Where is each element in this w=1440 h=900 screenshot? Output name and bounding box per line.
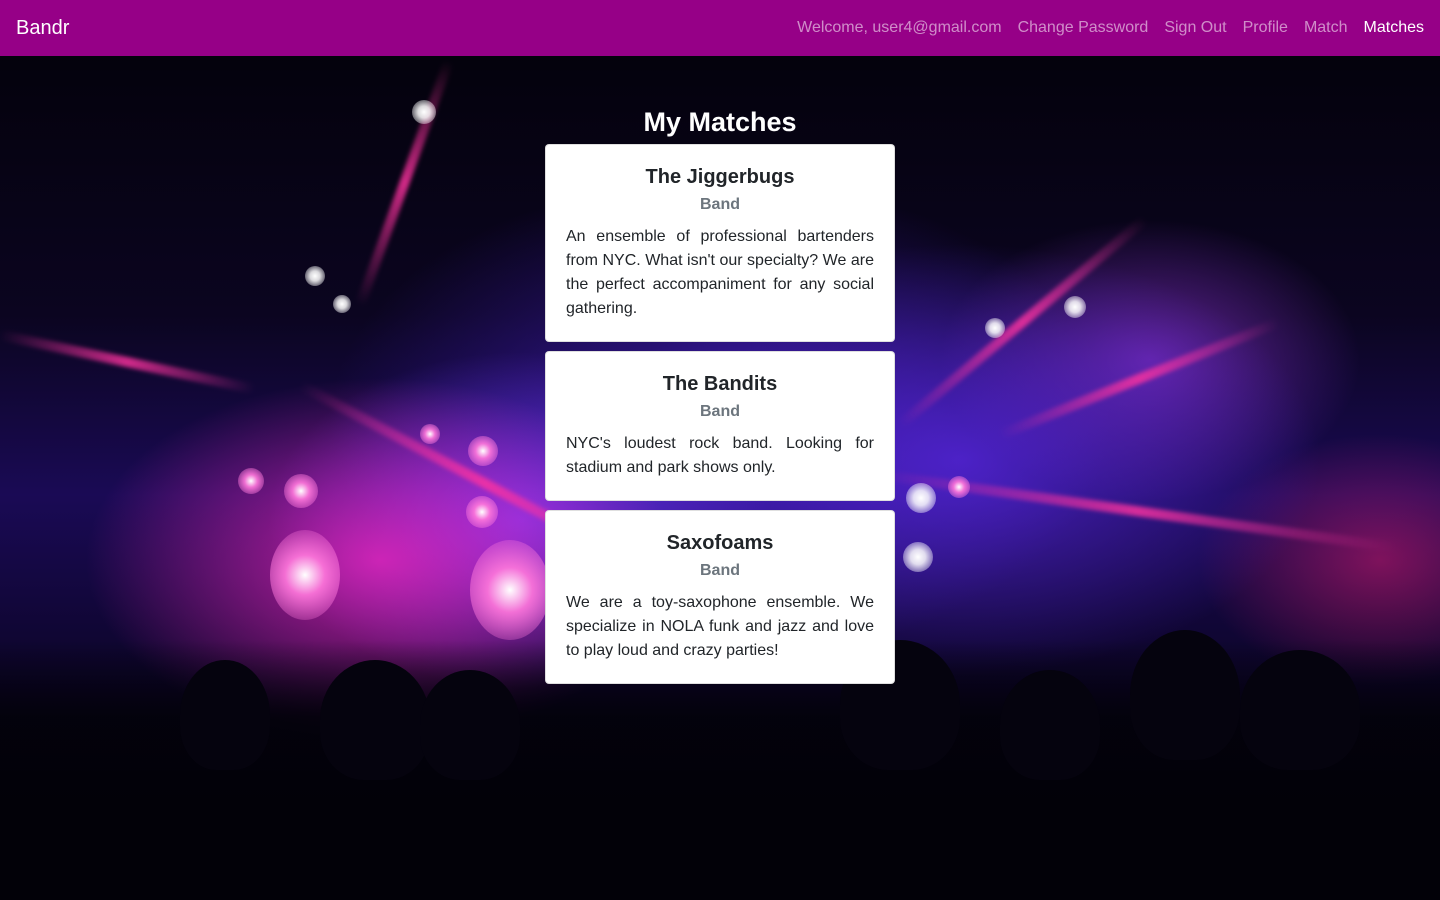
nav-matches[interactable]: Matches [1364, 19, 1424, 37]
top-navbar: Bandr Welcome, user4@gmail.com Change Pa… [0, 0, 1440, 56]
nav-links: Welcome, user4@gmail.com Change Password… [781, 19, 1424, 37]
match-type: Band [700, 403, 740, 420]
nav-sign-out[interactable]: Sign Out [1164, 19, 1226, 37]
match-description: NYC's loudest rock band. Looking for sta… [566, 435, 874, 476]
match-name: The Bandits [662, 373, 778, 395]
match-card: Saxofoams Band We are a toy-saxophone en… [545, 510, 895, 684]
nav-profile[interactable]: Profile [1243, 19, 1288, 37]
match-type: Band [700, 562, 740, 579]
matches-page: My Matches The Jiggerbugs Band An ensemb… [0, 56, 1440, 693]
nav-change-password[interactable]: Change Password [1018, 19, 1149, 37]
page-title: My Matches [643, 107, 797, 137]
match-card: The Jiggerbugs Band An ensemble of profe… [545, 144, 895, 342]
nav-welcome-user[interactable]: Welcome, user4@gmail.com [797, 19, 1001, 37]
match-type: Band [700, 196, 740, 213]
match-name: The Jiggerbugs [645, 166, 795, 188]
brand-logo-link[interactable]: Bandr [16, 17, 69, 40]
match-description: An ensemble of professional bartenders f… [566, 228, 874, 317]
match-card: The Bandits Band NYC's loudest rock band… [545, 351, 895, 501]
nav-match[interactable]: Match [1304, 19, 1348, 37]
match-name: Saxofoams [666, 532, 774, 554]
match-description: We are a toy-saxophone ensemble. We spec… [566, 594, 874, 659]
